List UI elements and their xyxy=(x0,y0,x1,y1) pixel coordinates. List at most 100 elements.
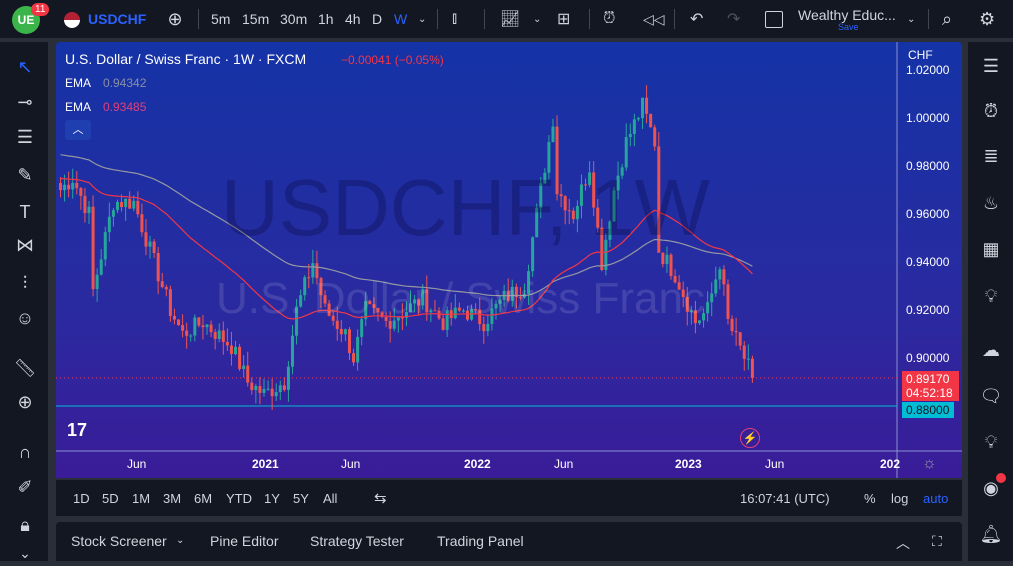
collapse-icon[interactable]: ⌄ xyxy=(12,540,38,566)
interval-15m[interactable]: 15m xyxy=(242,0,269,38)
candle-body xyxy=(189,335,193,337)
range-5y[interactable]: 5Y xyxy=(293,491,309,506)
ema-fast-label[interactable]: EMA xyxy=(65,100,91,114)
hotlist-icon[interactable]: ♨ xyxy=(977,189,1005,217)
range-all[interactable]: All xyxy=(323,491,337,506)
right-sidebar: ☰ ⏰︎ ≣ ♨ ▦ 💡︎ ☁ 🗨︎ 💡︎ ◉ 🔔︎ xyxy=(968,42,1013,561)
axis-settings-icon[interactable]: ☼ xyxy=(922,455,937,473)
chart-pane[interactable]: USDCHF, 1W U.S. Dollar / Swiss Franc U.S… xyxy=(56,42,962,478)
clock[interactable]: 16:07:41 (UTC) xyxy=(740,491,830,506)
notification-badge: 11 xyxy=(31,3,50,16)
bell-icon[interactable]: 🔔︎ xyxy=(977,520,1005,548)
interval-5m[interactable]: 5m xyxy=(211,0,230,38)
lock-drawing-icon[interactable]: ✐ xyxy=(12,474,38,500)
streams-icon[interactable]: 💡︎ xyxy=(977,428,1005,456)
interval-1h[interactable]: 1h xyxy=(318,0,334,38)
interval-d[interactable]: D xyxy=(372,0,382,38)
range-3m[interactable]: 3M xyxy=(163,491,181,506)
ema-slow-value: 0.94342 xyxy=(103,76,147,90)
trend-line-icon[interactable]: ⊸ xyxy=(12,89,38,115)
range-5d[interactable]: 5D xyxy=(102,491,119,506)
fib-icon[interactable]: ☰ xyxy=(12,124,38,150)
chevron-down-icon[interactable]: ⌄ xyxy=(907,0,915,38)
save-button[interactable]: Save xyxy=(838,22,859,32)
goto-date-icon[interactable]: ⇆ xyxy=(374,489,387,507)
tab-strategy-tester[interactable]: Strategy Tester xyxy=(310,533,404,549)
add-symbol-icon[interactable]: ⊕ xyxy=(164,0,186,38)
alarm-clock-icon[interactable]: ⏰︎ xyxy=(977,97,1005,125)
lock-icon[interactable]: 🔒︎ xyxy=(12,512,38,538)
ema-fast-value: 0.93485 xyxy=(103,100,147,114)
indicators-icon[interactable]: 📈︎ xyxy=(500,0,520,38)
chat-icon[interactable]: 🗨︎ xyxy=(977,382,1005,410)
last-price: 0.89170 xyxy=(906,372,950,386)
tab-stock-screener[interactable]: Stock Screener xyxy=(71,533,167,549)
bar-countdown: 04:52:18 xyxy=(906,386,953,400)
prediction-icon[interactable]: ⫶ xyxy=(12,270,38,296)
magnet-icon[interactable]: ∩ xyxy=(12,439,38,465)
cloud-chat-icon[interactable]: ☁ xyxy=(977,336,1005,364)
search-icon[interactable]: ⌕ xyxy=(942,0,952,38)
lightning-icon[interactable]: ⚡ xyxy=(740,428,760,448)
object-tree-icon[interactable]: ≣ xyxy=(977,142,1005,170)
interval-w[interactable]: W xyxy=(394,0,407,38)
cursor-icon[interactable]: ↖ xyxy=(12,54,38,80)
candle-body xyxy=(160,281,164,288)
watchlist-icon[interactable]: ☰ xyxy=(977,52,1005,80)
candles-icon[interactable]: ⫾ xyxy=(452,0,457,38)
layout-name[interactable]: Wealthy Educ... xyxy=(798,7,896,23)
price-plot[interactable] xyxy=(56,42,962,478)
interval-4h[interactable]: 4h xyxy=(345,0,361,38)
last-price-label: 0.89170 04:52:18 xyxy=(902,371,959,401)
gear-icon[interactable]: ⚙ xyxy=(979,0,995,38)
emoji-icon[interactable]: ☺ xyxy=(12,305,38,331)
ideas-icon[interactable]: 💡︎ xyxy=(977,282,1005,310)
pattern-icon[interactable]: ⋈ xyxy=(12,232,38,258)
candle-body xyxy=(722,269,726,285)
candle-body xyxy=(67,184,71,190)
interval-30m[interactable]: 30m xyxy=(280,0,307,38)
replay-icon[interactable]: ◁◁ xyxy=(643,0,665,38)
candle-body xyxy=(551,126,555,143)
drawing-toolbar: ↖ ⊸ ☰ ✎ T ⋈ ⫶ ☺ 📏︎ ⊕ ∩ ✐ 🔒︎ ⌄ xyxy=(0,42,48,561)
brush-icon[interactable]: ✎ xyxy=(12,162,38,188)
ruler-icon[interactable]: 📏︎ xyxy=(12,355,38,381)
auto-toggle[interactable]: auto xyxy=(923,491,948,506)
range-1m[interactable]: 1M xyxy=(132,491,150,506)
candle-body xyxy=(482,324,486,332)
calendar-icon[interactable]: ▦ xyxy=(977,235,1005,263)
chevron-down-icon[interactable]: ⌄ xyxy=(176,535,184,546)
fullscreen-box-icon[interactable] xyxy=(765,11,783,28)
zoom-in-icon[interactable]: ⊕ xyxy=(12,389,38,415)
candle-body xyxy=(641,97,645,119)
tab-trading-panel[interactable]: Trading Panel xyxy=(437,533,524,549)
candle-body xyxy=(63,184,67,191)
candle-body xyxy=(87,206,91,214)
range-1y[interactable]: 1Y xyxy=(264,491,280,506)
chevron-down-icon[interactable]: ⌄ xyxy=(533,0,541,38)
percent-toggle[interactable]: % xyxy=(864,491,876,506)
bottom-panel-tabs: Stock Screener ⌄ Pine Editor Strategy Te… xyxy=(56,522,962,561)
tab-pine-editor[interactable]: Pine Editor xyxy=(210,533,278,549)
range-ytd[interactable]: YTD xyxy=(226,491,252,506)
layouts-icon[interactable]: ⊞ xyxy=(557,0,570,38)
candle-body xyxy=(213,332,217,339)
redo-icon[interactable]: ↷ xyxy=(727,0,740,38)
price-change: −0.00041 (−0.05%) xyxy=(341,53,444,67)
undo-icon[interactable]: ↶ xyxy=(690,0,703,38)
candle-body xyxy=(746,358,750,360)
ema-slow-label[interactable]: EMA xyxy=(65,76,91,90)
range-1d[interactable]: 1D xyxy=(73,491,90,506)
maximize-icon[interactable]: ⛶ xyxy=(932,533,942,550)
symbol-search[interactable]: USDCHF xyxy=(88,0,146,38)
chevron-up-icon[interactable]: ︿ xyxy=(896,533,910,553)
candle-body xyxy=(111,210,115,217)
currency-selector[interactable]: CHF xyxy=(908,48,933,62)
collapse-legend-button[interactable]: ︿ xyxy=(65,120,91,140)
chevron-down-icon[interactable]: ⌄ xyxy=(418,0,426,38)
range-6m[interactable]: 6M xyxy=(194,491,212,506)
text-icon[interactable]: T xyxy=(12,199,38,225)
log-toggle[interactable]: log xyxy=(891,491,908,506)
candle-body xyxy=(274,392,278,397)
alert-icon[interactable]: ⏰︎ xyxy=(603,0,615,38)
